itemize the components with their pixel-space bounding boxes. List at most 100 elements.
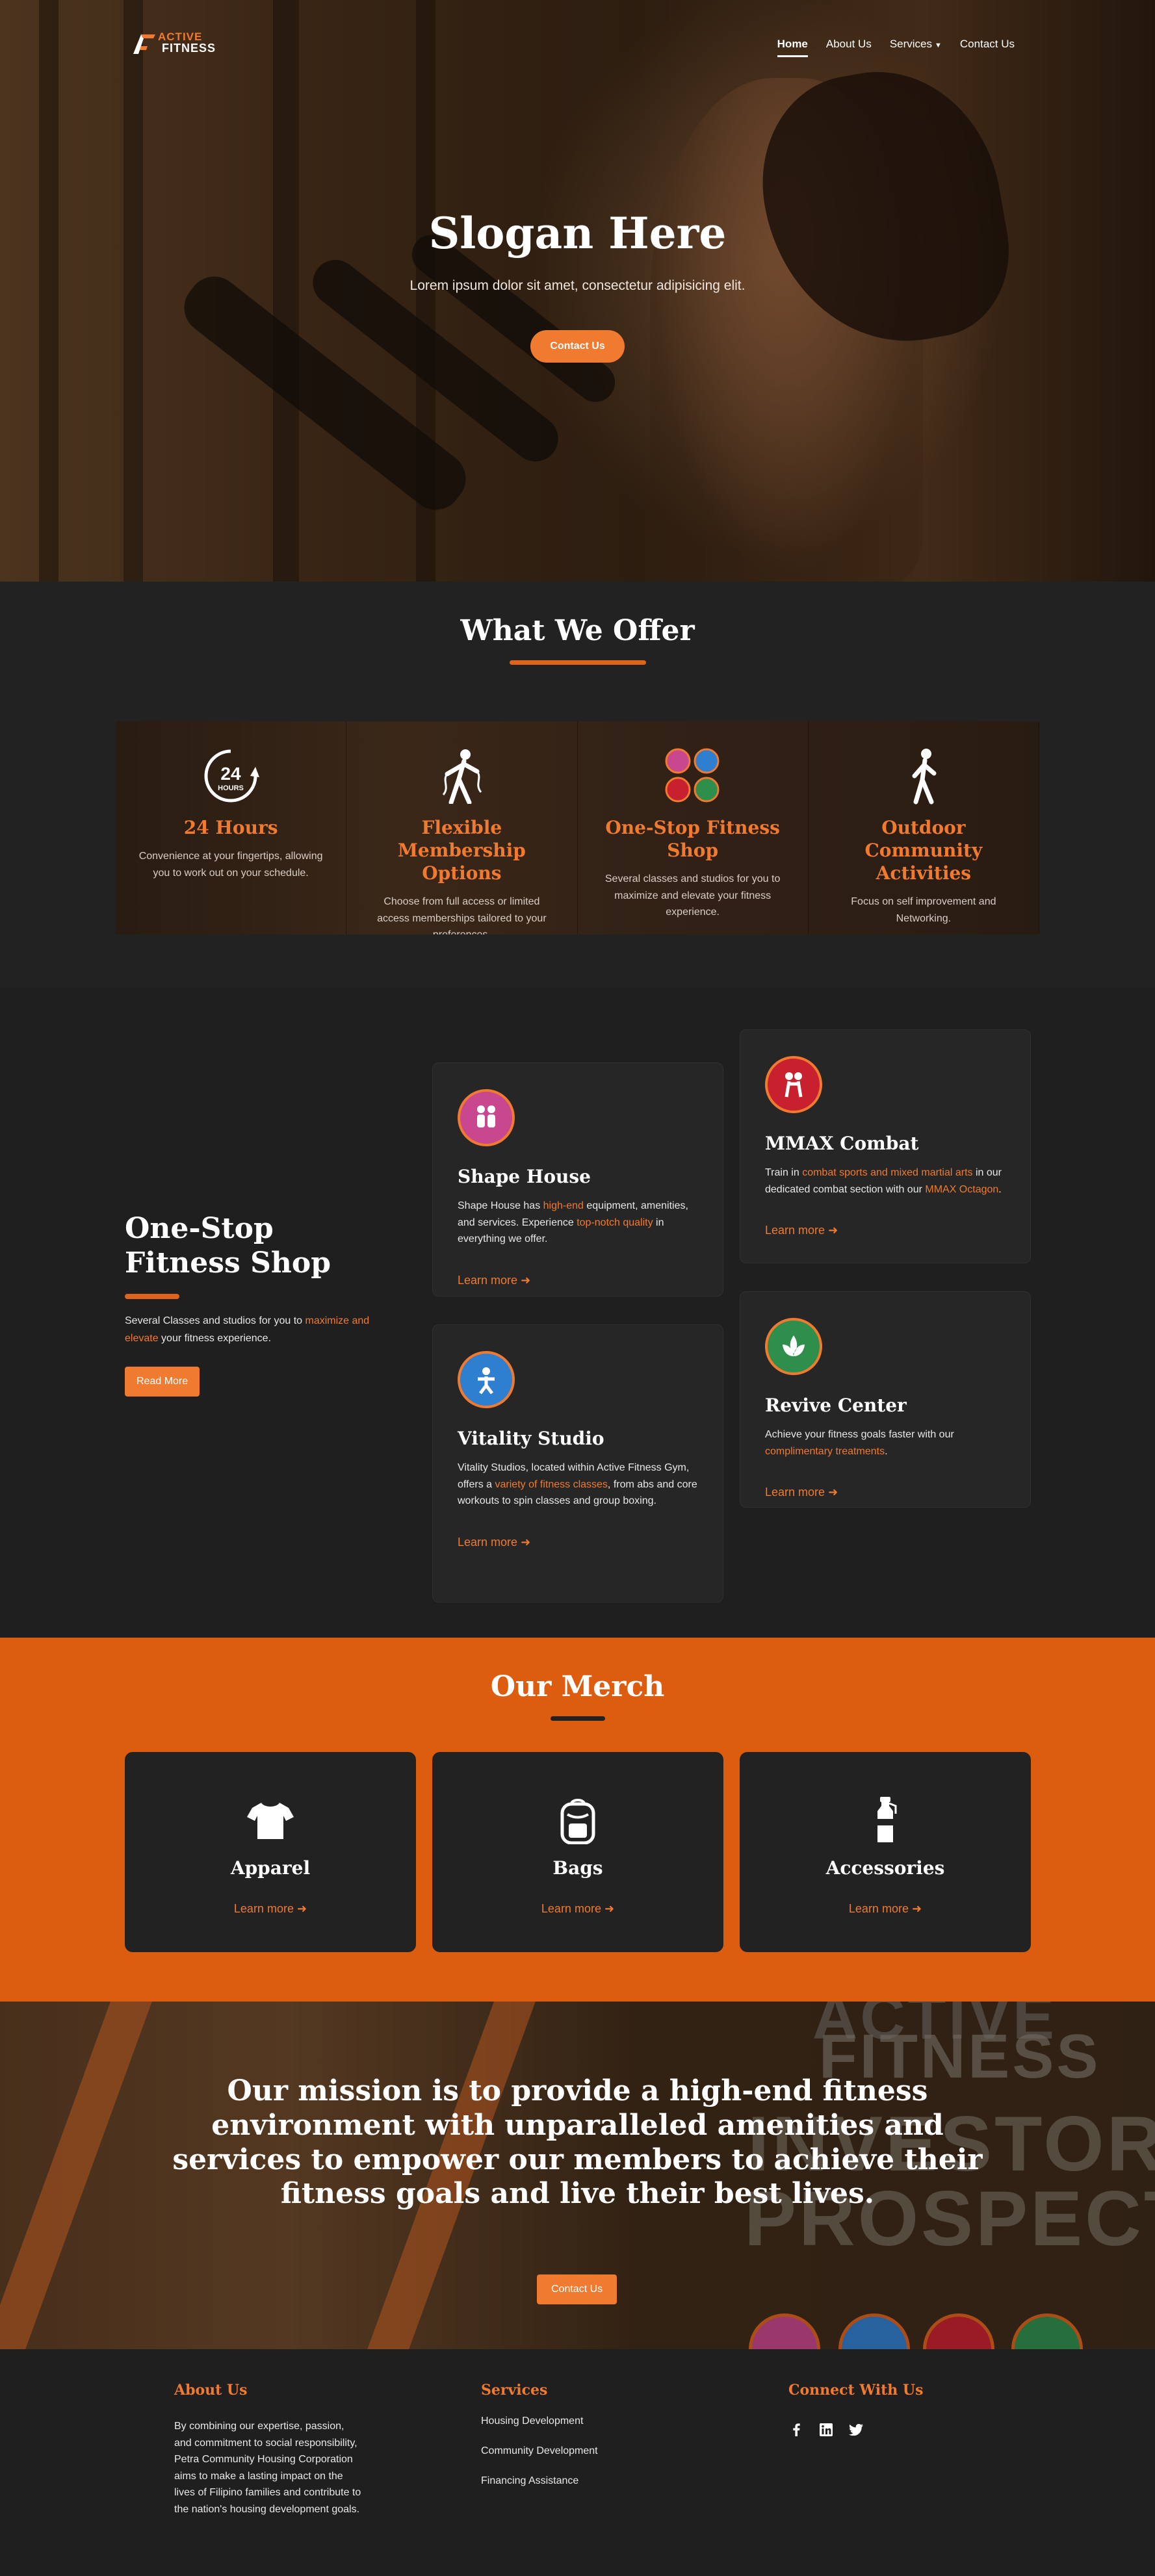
offer-card-text: Several classes and studios for you to m… [604,873,781,918]
nav-contact[interactable]: Contact Us [960,38,1015,57]
hero-section: ACTIVE FITNESS Home About Us Services ▼ C… [0,0,1155,582]
service-title: Vitality Studio [458,1428,604,1449]
offer-underline [509,660,646,665]
service-highlight: top-notch quality [577,1217,653,1228]
studio-badges-icon [597,745,788,807]
offer-card: Flexible Membership Options Choose from … [346,721,578,934]
offer-section: What We Offer 24 HOURS 24 Hours Convenie… [0,582,1155,988]
arrow-right-icon: ➜ [521,1273,531,1287]
nav-home[interactable]: Home [777,38,808,57]
accessories-learn-more-link[interactable]: Learn more ➜ [740,1902,1031,1916]
social-links [788,2422,923,2438]
facebook-icon[interactable] [788,2422,804,2438]
backpack-icon [432,1797,723,1844]
footer-services: Services Housing Development Community D… [481,2382,598,2505]
nav-services-label: Services [889,38,933,50]
offer-card-text: Choose from full access or limited acces… [377,896,547,934]
bottle-icon [740,1797,1031,1844]
shop-title-underline [125,1293,179,1299]
learn-more-label: Learn more [765,1486,825,1499]
service-highlight: high-end [543,1200,584,1211]
offer-card-text: Convenience at your fingertips, allowing… [138,851,323,879]
offer-card-title: Flexible Membership Options [397,817,526,884]
hero-subtitle: Lorem ipsum dolor sit amet, consectetur … [409,278,746,293]
footer-service-link[interactable]: Financing Assistance [481,2475,598,2487]
offer-card-text: Focus on self improvement and Networking… [851,896,996,924]
vitality-learn-more-link[interactable]: Learn more ➜ [458,1536,698,1549]
mmax-badge-icon [765,1056,822,1113]
service-text-part: . [885,1445,888,1457]
nav-about[interactable]: About Us [826,38,872,57]
shop-desc-text: your fitness experience. [158,1332,272,1344]
footer-connect-title: Connect With Us [788,2382,924,2399]
revive-learn-more-link[interactable]: Learn more ➜ [765,1486,1006,1499]
service-title: MMAX Combat [765,1133,919,1154]
footer-service-link[interactable]: Community Development [481,2445,598,2457]
merch-card-accessories: Accessories Learn more ➜ [740,1752,1031,1952]
shape-house-learn-more-link[interactable]: Learn more ➜ [458,1274,698,1287]
vitality-badge-icon [458,1351,515,1408]
logo-mark-icon [133,34,155,54]
learn-more-label: Learn more [765,1224,825,1237]
svg-text:HOURS: HOURS [218,784,244,792]
twitter-icon[interactable] [848,2422,864,2438]
hero-contact-button[interactable]: Contact Us [530,330,625,363]
learn-more-label: Learn more [233,1902,294,1915]
merch-card-apparel: Apparel Learn more ➜ [125,1752,416,1952]
bags-learn-more-link[interactable]: Learn more ➜ [432,1902,723,1916]
merch-card-title: Apparel [230,1857,311,1879]
arrow-right-icon: ➜ [828,1486,838,1499]
footer-about-text: By combining our expertise, passion, and… [174,2421,361,2515]
arrow-right-icon: ➜ [521,1535,531,1549]
logo-text-fitness: FITNESS [162,42,216,55]
mission-section: ACTIVE FITNESS INVESTOR PROSPECTUS Our m… [0,2002,1155,2349]
merch-section: Our Merch Apparel Learn more ➜ Bags Lear… [0,1638,1155,2002]
footer-about: About Us By combining our expertise, pas… [174,2382,363,2518]
offer-card-title: Outdoor Community Activities [864,817,983,884]
learn-more-label: Learn more [848,1902,909,1915]
mission-contact-button[interactable]: Contact Us [537,2274,617,2304]
apparel-learn-more-link[interactable]: Learn more ➜ [125,1902,416,1916]
learn-more-label: Learn more [458,1273,518,1287]
service-text-part: Shape House has [458,1200,543,1211]
merch-card-title: Accessories [825,1857,945,1879]
revive-badge-icon [765,1318,822,1375]
offer-card-title: 24 Hours [183,817,278,838]
service-text: Achieve your fitness goals faster with o… [765,1426,1006,1460]
footer-service-link[interactable]: Housing Development [481,2415,598,2427]
service-text-part: Train in [765,1167,803,1178]
shop-desc-text: Several Classes and studios for you to [125,1315,305,1326]
offer-title: What We Offer [460,614,695,647]
merch-title: Our Merch [490,1670,665,1703]
service-highlight: combat sports and mixed martial arts [802,1167,973,1178]
service-card-vitality: Vitality Studio Vitality Studios, locate… [432,1324,723,1603]
offer-card: 24 HOURS 24 Hours Convenience at your fi… [116,721,347,934]
read-more-button[interactable]: Read More [125,1366,200,1397]
service-text-part: Achieve your fitness goals faster with o… [765,1429,954,1440]
service-highlight: variety of fitness classes [495,1478,608,1490]
navbar: ACTIVE FITNESS Home About Us Services ▼ C… [0,0,1155,91]
service-text: Vitality Studios, located within Active … [458,1460,698,1510]
offer-card: Outdoor Community Activities Focus on se… [808,721,1039,934]
merch-underline [550,1716,605,1721]
offer-strip: 24 HOURS 24 Hours Convenience at your fi… [116,721,1039,934]
arrow-right-icon: ➜ [296,1902,307,1915]
service-text: Shape House has high-end equipment, amen… [458,1198,698,1248]
shape-house-badge-icon [458,1089,515,1146]
offer-card: One-Stop Fitness Shop Several classes an… [577,721,809,934]
runner-icon [828,745,1019,807]
arrow-right-icon: ➜ [911,1902,922,1915]
main-menu: Home About Us Services ▼ Contact Us [777,38,1015,57]
merch-card-bags: Bags Learn more ➜ [432,1752,723,1952]
service-text: Train in combat sports and mixed martial… [765,1165,1006,1198]
footer-services-title: Services [481,2382,548,2399]
hero-content: Slogan Here Lorem ipsum dolor sit amet, … [0,208,1155,363]
mmax-learn-more-link[interactable]: Learn more ➜ [765,1224,1006,1237]
linkedin-icon[interactable] [818,2422,834,2438]
nav-services[interactable]: Services ▼ [890,38,942,57]
arrow-right-icon: ➜ [604,1902,615,1915]
arrow-right-icon: ➜ [828,1224,838,1237]
chevron-down-icon: ▼ [935,42,942,49]
hero-title: Slogan Here [428,208,727,259]
logo[interactable]: ACTIVE FITNESS [132,29,223,57]
